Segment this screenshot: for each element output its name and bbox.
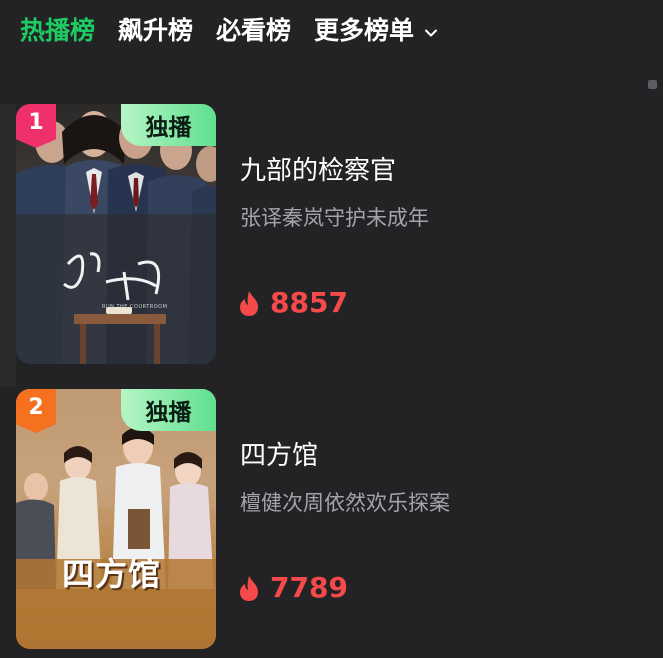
flame-icon (240, 575, 258, 601)
ranking-item[interactable]: RUN THE COURTROOM 1 独播 九部的检察官 张译秦岚守护未成年 … (0, 104, 663, 387)
heat-value: 7789 (270, 571, 348, 604)
poster-small-text: RUN THE COURTROOM (102, 304, 168, 310)
tab-hot[interactable]: 热播榜 (20, 14, 95, 48)
poster-title-art: 四方馆 (62, 555, 162, 593)
rank-badge: 2 (16, 389, 56, 433)
ranking-item[interactable]: 四方馆 2 独播 四方馆 檀健次周依然欢乐探案 7789 (0, 389, 663, 649)
heat-score: 8857 (238, 288, 348, 318)
flame-icon (240, 290, 258, 316)
chevron-down-icon (425, 29, 438, 37)
scrollbar-thumb[interactable] (648, 80, 657, 89)
rank-badge: 1 (16, 104, 56, 148)
tab-more-rankings[interactable]: 更多榜单 (314, 14, 440, 48)
ranking-tabs: 热播榜 飙升榜 必看榜 更多榜单 (20, 14, 463, 48)
heat-value: 8857 (270, 286, 348, 319)
show-subtitle: 张译秦岚守护未成年 (240, 206, 429, 230)
tab-rising[interactable]: 飙升榜 (118, 14, 193, 48)
show-subtitle: 檀健次周依然欢乐探案 (240, 491, 450, 515)
show-title[interactable]: 九部的检察官 (240, 150, 396, 187)
tab-must-watch[interactable]: 必看榜 (216, 14, 291, 48)
exclusive-badge: 独播 (121, 389, 216, 431)
heat-score: 7789 (238, 573, 348, 603)
exclusive-badge: 独播 (121, 104, 216, 146)
tab-more-label: 更多榜单 (314, 16, 415, 45)
show-title[interactable]: 四方馆 (240, 435, 318, 472)
ranking-panel: 热播榜 飙升榜 必看榜 更多榜单 RUN THE COURTROOM 1 独播 … (0, 0, 663, 658)
